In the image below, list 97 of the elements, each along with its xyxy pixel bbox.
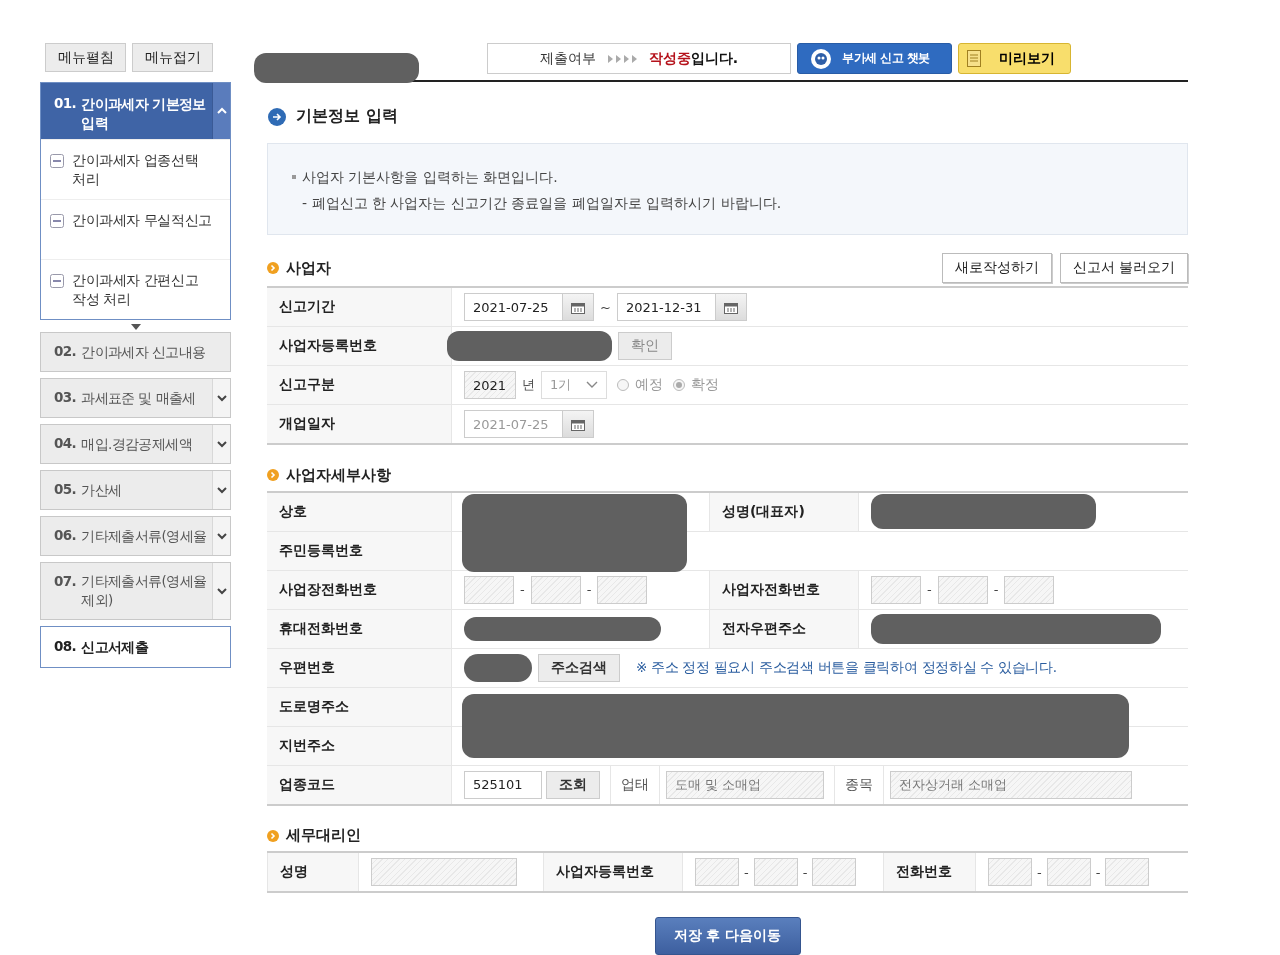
- step-tab[interactable]: 02. 간이과세자 신고내용: [41, 333, 230, 371]
- action-button[interactable]: 신고서 불러오기: [1059, 253, 1188, 283]
- menu-button[interactable]: 메뉴펼침: [45, 43, 126, 72]
- calendar-button[interactable]: [563, 410, 594, 438]
- action-button[interactable]: 주소검색: [538, 653, 620, 682]
- chevron-down-icon: [586, 381, 598, 389]
- calendar-button[interactable]: [715, 293, 747, 321]
- calendar-icon: [723, 300, 738, 314]
- page-title: 기본정보 입력: [296, 106, 398, 127]
- input-field[interactable]: [371, 858, 517, 886]
- input-field[interactable]: 525101: [464, 770, 542, 799]
- field-label: 상호: [267, 492, 452, 531]
- chevron-down-icon: [215, 393, 228, 403]
- separator-text: -: [744, 864, 749, 880]
- separator-text: -: [927, 582, 932, 597]
- field-label: 전화번호: [883, 853, 976, 891]
- separator-text: -: [993, 582, 999, 597]
- field-label: 휴대전화번호: [267, 609, 452, 648]
- input-field[interactable]: [530, 575, 581, 604]
- input-field[interactable]: [464, 575, 514, 604]
- input-field[interactable]: [937, 575, 988, 604]
- notice-text: 사업자 기본사항을 입력하는 화면입니다.: [302, 168, 558, 187]
- section-title: 사업자: [286, 258, 332, 278]
- bullet-icon: [292, 175, 296, 179]
- sidebar-subitem[interactable]: 간이과세자 간편신고 작성 처리: [41, 259, 230, 319]
- step-tab[interactable]: 08. 신고서제출: [41, 627, 230, 667]
- chevron-circle-icon: [267, 469, 279, 482]
- save-button[interactable]: 저장 후 다음이동: [654, 917, 801, 955]
- field-label: 성명: [267, 853, 359, 891]
- section-title: 세무대리인: [286, 826, 362, 846]
- field-label: 사업자등록번호: [267, 327, 452, 365]
- minus-box-icon: [50, 214, 64, 228]
- input-field[interactable]: [597, 575, 648, 604]
- field-label: 성명(대표자): [709, 492, 859, 531]
- chevron-down-icon: [215, 531, 228, 541]
- field-label: 사업장전화번호: [267, 570, 452, 609]
- redaction-mark: [464, 653, 532, 682]
- sidebar-subitem[interactable]: 간이과세자 업종선택 처리: [41, 139, 230, 199]
- field-label: 전자우편주소: [709, 609, 859, 648]
- chevron-down-icon: [215, 485, 228, 495]
- field-label: 업태: [610, 765, 660, 804]
- field-label: 주민등록번호: [267, 531, 452, 570]
- chevron-up-icon: [215, 106, 228, 116]
- arrows-icon: [607, 54, 637, 63]
- field-label: 업종코드: [267, 765, 452, 804]
- input-field[interactable]: [812, 858, 857, 886]
- input-field[interactable]: [871, 575, 921, 604]
- hint-text: ※ 주소 정정 필요시 주소검색 버튼을 클릭하여 정정하실 수 있습니다.: [636, 658, 1057, 677]
- input-field[interactable]: [1105, 858, 1150, 886]
- separator-text: ~: [600, 299, 611, 315]
- arrow-circle-icon: [268, 107, 286, 126]
- separator-text: -: [802, 864, 808, 880]
- chatbot-button[interactable]: 부가세 신고 챗봇: [797, 43, 952, 74]
- date-field[interactable]: 2021-07-25: [464, 293, 563, 321]
- date-field[interactable]: 2021-12-31: [616, 293, 716, 321]
- action-button[interactable]: 조회: [546, 770, 600, 799]
- input-field[interactable]: [753, 858, 798, 886]
- input-field[interactable]: [695, 858, 739, 886]
- field-label: 지번주소: [267, 726, 452, 765]
- notice-text: - 폐업신고 한 사업자는 신고기간 종료일을 폐업일자로 입력하시기 바랍니다.: [302, 194, 782, 213]
- document-icon: [967, 50, 981, 67]
- separator-text: 년: [522, 376, 535, 394]
- section-title: 사업자세부사항: [286, 465, 392, 485]
- calendar-icon: [571, 300, 585, 314]
- separator-text: -: [520, 582, 525, 597]
- robot-icon: [808, 48, 834, 69]
- expand-button[interactable]: [212, 83, 230, 139]
- field-label: 도로명주소: [267, 687, 452, 726]
- field-label: 우편번호: [267, 648, 452, 687]
- step-tab[interactable]: 01. 간이과세자 기본정보 입력: [41, 83, 212, 139]
- separator-text: -: [1095, 864, 1101, 880]
- input-field[interactable]: [988, 858, 1032, 886]
- field-label: 사업자등록번호: [543, 853, 683, 891]
- triangle-down-icon: [130, 324, 141, 330]
- field-label: 신고기간: [267, 288, 452, 326]
- status-text: 작성중입니다.: [648, 49, 739, 68]
- field-label: 개업일자: [267, 405, 452, 443]
- input-field[interactable]: [1004, 575, 1055, 604]
- chevron-down-icon: [215, 439, 228, 449]
- preview-button[interactable]: 미리보기: [958, 43, 1071, 74]
- minus-box-icon: [50, 154, 64, 168]
- action-button[interactable]: 새로작성하기: [941, 253, 1052, 283]
- chevron-circle-icon: [267, 829, 279, 842]
- field-label: 종목: [834, 765, 884, 804]
- field-label: 신고구분: [267, 366, 452, 404]
- separator-text: -: [586, 582, 592, 597]
- field-label: 사업자전화번호: [709, 570, 859, 609]
- status-label: 제출여부: [539, 49, 596, 68]
- calendar-button[interactable]: [563, 293, 594, 321]
- menu-button[interactable]: 메뉴접기: [132, 43, 213, 72]
- chevron-circle-icon: [267, 262, 279, 274]
- chevron-down-icon: [215, 586, 228, 596]
- input-field[interactable]: [1046, 858, 1091, 886]
- sidebar-subitem[interactable]: 간이과세자 무실적신고: [41, 199, 230, 259]
- separator-text: -: [1037, 864, 1042, 880]
- calendar-icon: [571, 417, 585, 431]
- minus-box-icon: [50, 274, 64, 288]
